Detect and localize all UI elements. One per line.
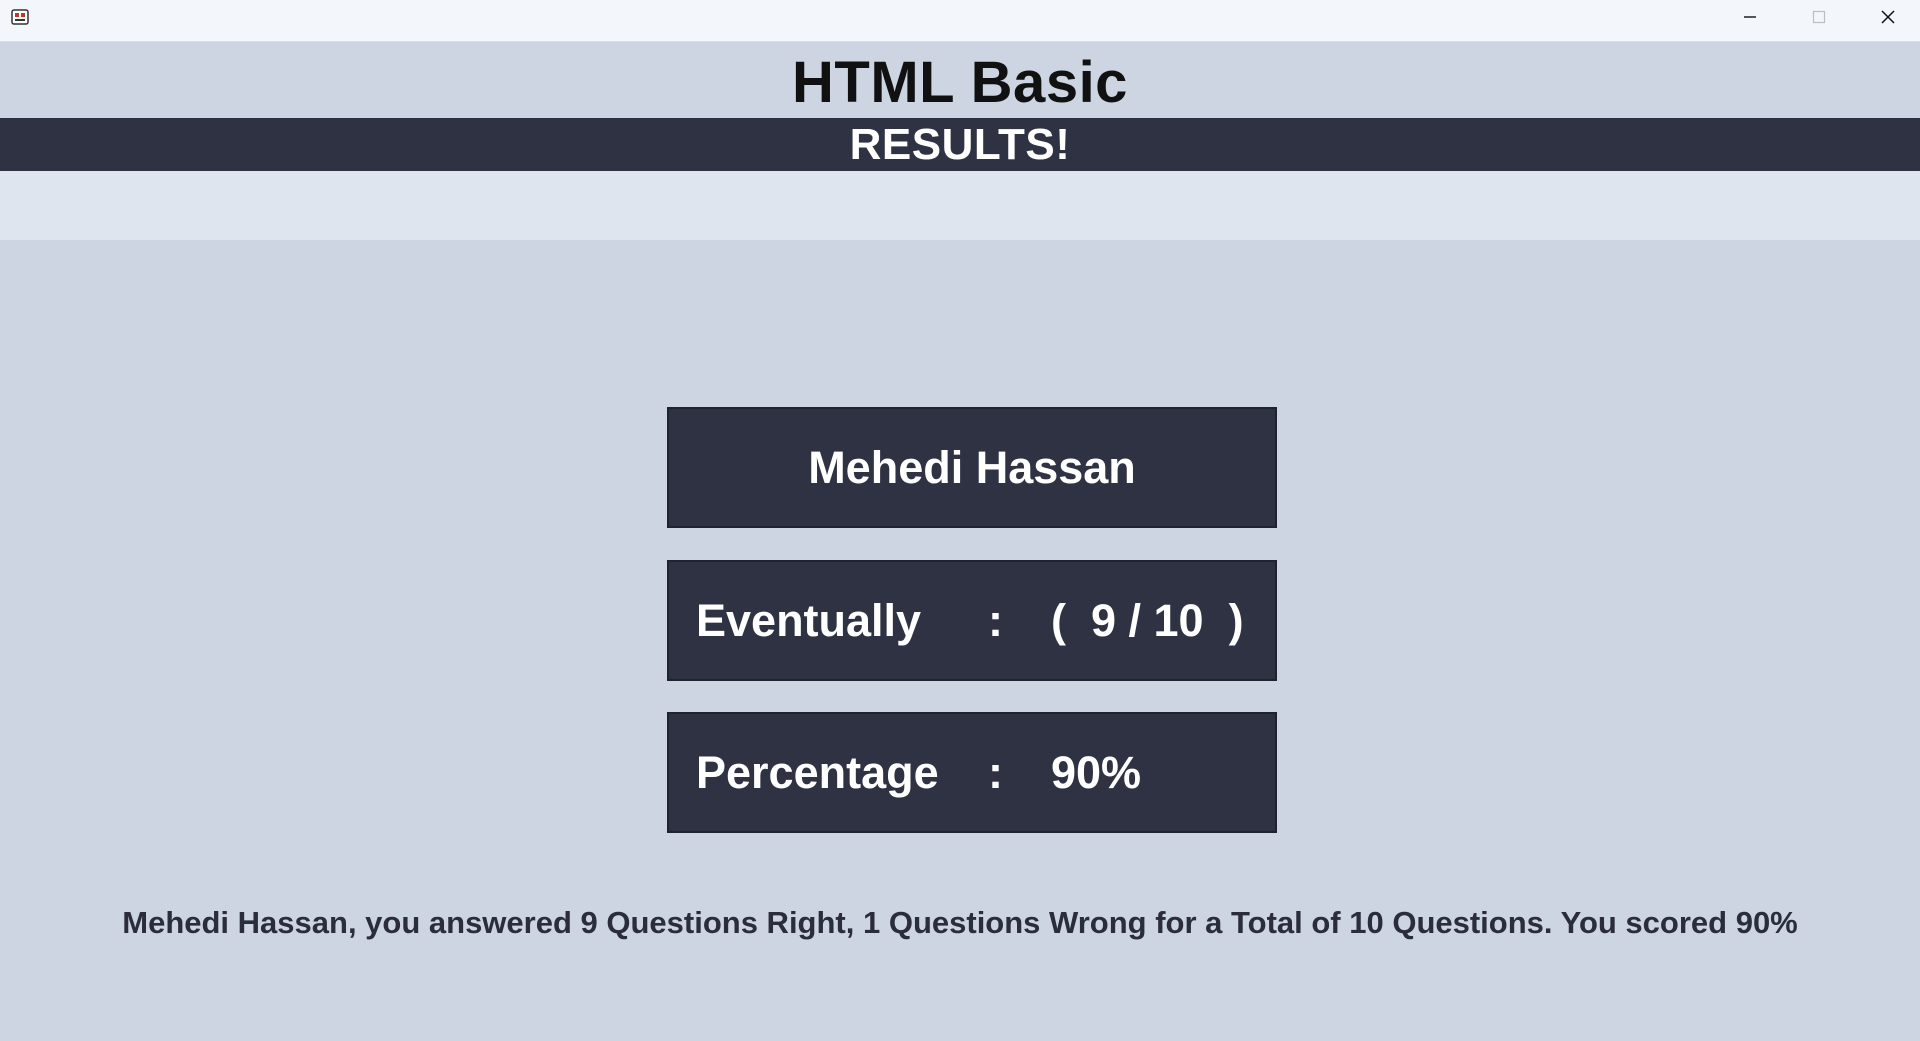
header: HTML Basic [0,42,1920,118]
score-card: Eventually : ( 9 / 10 ) [667,560,1277,681]
minimize-button[interactable] [1716,0,1784,34]
window-titlebar [0,0,1920,42]
score-label: Eventually [696,594,922,646]
percentage-label: Percentage [696,746,939,798]
score-separator: : [988,594,1003,646]
divider-band [0,171,1920,240]
app-icon [11,9,29,25]
name-card: Mehedi Hassan [667,407,1277,528]
close-icon [1881,10,1895,24]
close-button[interactable] [1854,0,1920,34]
results-banner: RESULTS! [0,118,1920,171]
results-heading: RESULTS! [849,119,1071,169]
percentage-value: 90% [1051,746,1142,798]
percentage-separator: : [988,746,1003,798]
maximize-button[interactable] [1785,0,1853,34]
percentage-card: Percentage : 90% [667,712,1277,833]
page-title: HTML Basic [792,49,1128,115]
summary-text: Mehedi Hassan, you answered 9 Questions … [122,905,1798,940]
score-value: ( 9 / 10 ) [1051,594,1244,646]
user-name: Mehedi Hassan [808,441,1136,493]
maximize-icon [1812,10,1826,24]
minimize-icon [1744,16,1756,18]
